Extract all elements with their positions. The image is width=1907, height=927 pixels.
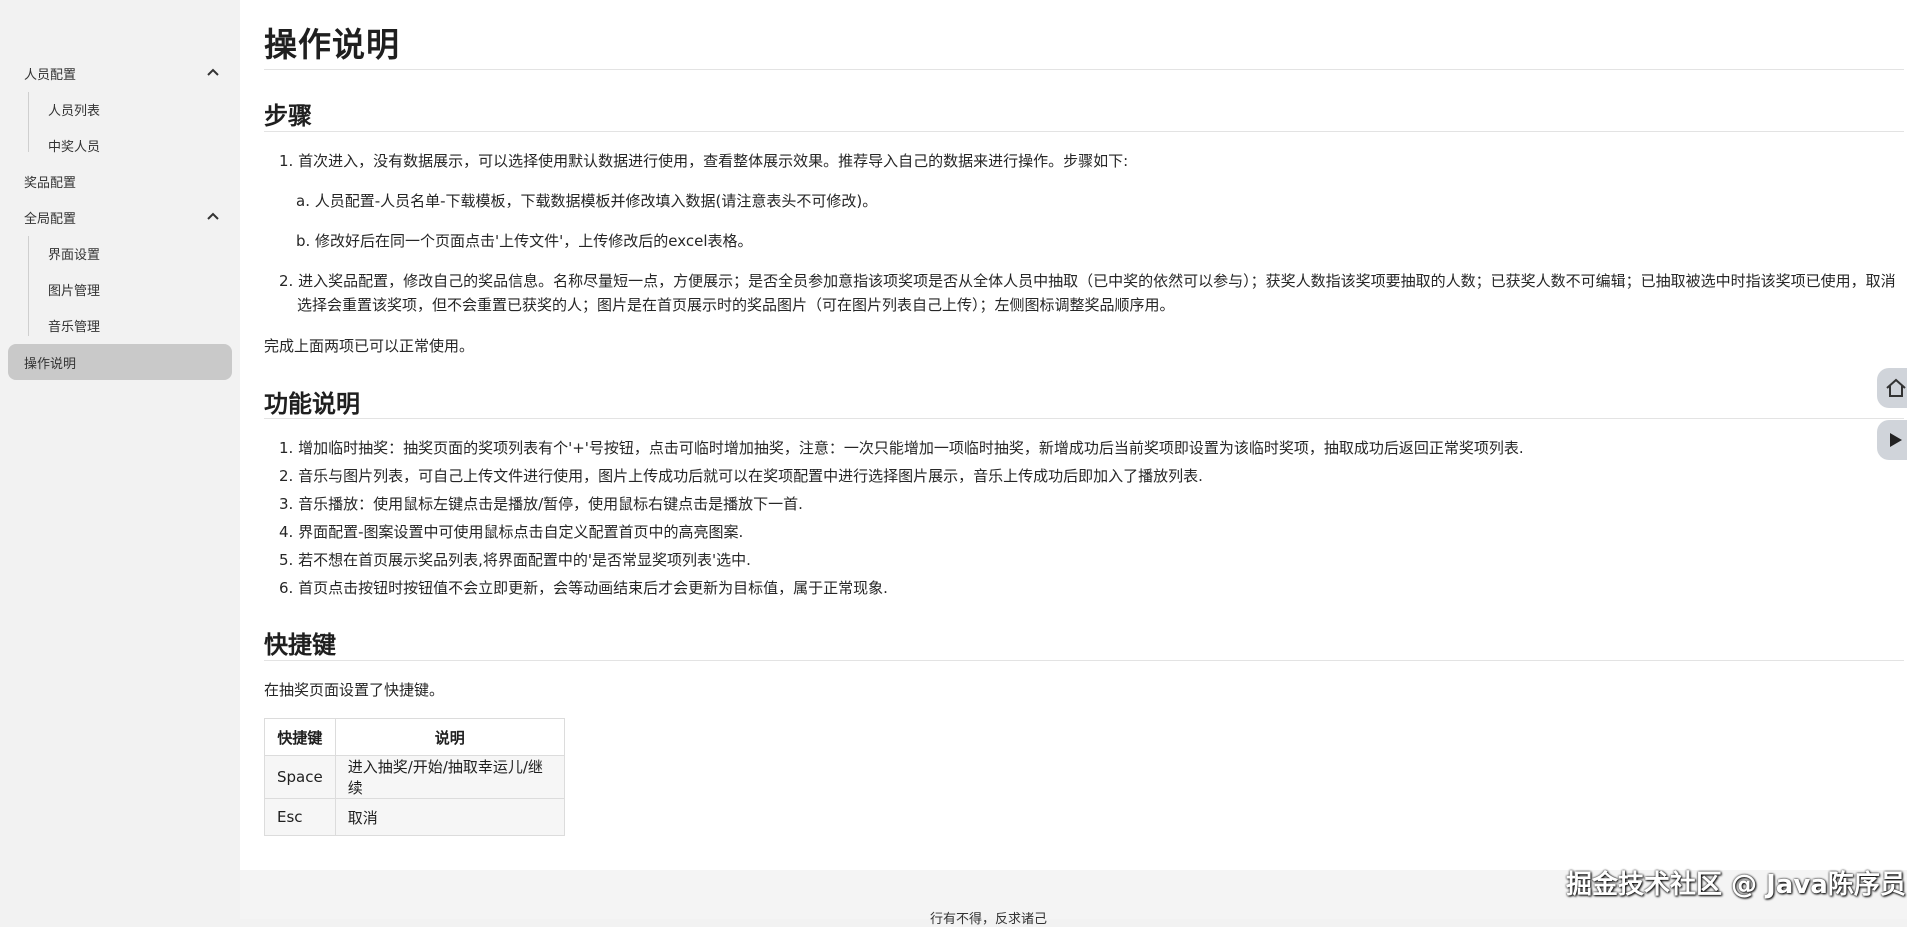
sidebar-item-label: 操作说明 [24, 356, 77, 372]
table-header: 快捷键 [264, 718, 336, 756]
section-heading-features: 功能说明 [264, 390, 360, 418]
list-subitem: b. 修改好后在同一个页面点击'上传文件'，上传修改后的excel表格。 [296, 232, 753, 250]
sidebar-group-personnel[interactable]: 人员配置 [8, 55, 232, 91]
list-item: 5. 若不想在首页展示奖品列表,将界面配置中的'是否常显奖项列表'选中. [279, 551, 751, 569]
table-row: Space 进入抽奖/开始/抽取幸运儿/继续 [264, 755, 565, 799]
table-cell: Space [264, 755, 336, 799]
sidebar-group-global[interactable]: 全局配置 [8, 199, 232, 235]
sidebar-item-personnel-list[interactable]: 人员列表 [8, 91, 232, 127]
list-item: 3. 音乐播放：使用鼠标左键点击是播放/暂停，使用鼠标右键点击是播放下一首. [279, 495, 803, 513]
chevron-up-icon [207, 212, 219, 220]
footer-text: 行有不得，反求诸己 [930, 912, 1048, 927]
watermark: 掘金技术社区 @ Java陈序员 [1566, 870, 1906, 900]
sidebar-item-prize-config[interactable]: 奖品配置 [8, 163, 232, 199]
sidebar-item-label: 奖品配置 [24, 175, 77, 191]
sidebar: 人员配置 人员列表 中奖人员 奖品配置 全局配置 界面设置 图片管理 音乐管理 … [0, 0, 240, 919]
table-row: Esc 取消 [264, 798, 565, 836]
sidebar-item-interface-settings[interactable]: 界面设置 [8, 235, 232, 271]
play-button[interactable] [1877, 420, 1907, 460]
home-button[interactable] [1877, 368, 1907, 408]
list-subitem: a. 人员配置-人员名单-下载模板，下载数据模板并修改填入数据(请注意表头不可修… [296, 192, 878, 210]
list-item: 1. 首次进入，没有数据展示，可以选择使用默认数据进行使用，查看整体展示效果。推… [279, 152, 1129, 170]
sidebar-item-instructions[interactable]: 操作说明 [8, 344, 232, 380]
list-item: 6. 首页点击按钮时按钮值不会立即更新，会等动画结束后才会更新为目标值，属于正常… [279, 579, 888, 597]
divider [264, 69, 1904, 70]
divider [264, 418, 1904, 419]
list-item: 2. 进入奖品配置，修改自己的奖品信息。名称尽量短一点，方便展示；是否全员参加意… [279, 272, 1896, 314]
sidebar-item-image-management[interactable]: 图片管理 [8, 271, 232, 307]
list-item: 4. 界面配置-图案设置中可使用鼠标点击自定义配置首页中的高亮图案. [279, 523, 744, 541]
sidebar-item-label: 中奖人员 [48, 139, 101, 155]
sidebar-item-label: 界面设置 [48, 247, 101, 263]
section-heading-steps: 步骤 [264, 102, 312, 130]
sidebar-item-winners[interactable]: 中奖人员 [8, 127, 232, 163]
table-header-row: 快捷键 说明 [264, 718, 565, 756]
list-item: 1. 增加临时抽奖：抽奖页面的奖项列表有个'+'号按钮，点击可临时增加抽奖，注意… [279, 439, 1524, 457]
paragraph: 在抽奖页面设置了快捷键。 [264, 681, 445, 699]
sidebar-item-label: 图片管理 [48, 283, 101, 299]
main-content: 操作说明 步骤 1. 首次进入，没有数据展示，可以选择使用默认数据进行使用，查看… [240, 0, 1907, 870]
table-cell: 进入抽奖/开始/抽取幸运儿/继续 [334, 755, 565, 799]
paragraph: 完成上面两项已可以正常使用。 [264, 337, 475, 355]
table-cell: Esc [264, 798, 336, 836]
sidebar-item-music-management[interactable]: 音乐管理 [8, 307, 232, 343]
table-cell: 取消 [334, 798, 565, 836]
divider [264, 660, 1904, 661]
divider [264, 131, 1904, 132]
home-icon [1886, 378, 1906, 397]
sidebar-item-label: 人员列表 [48, 103, 101, 119]
play-icon [1890, 433, 1902, 447]
sidebar-item-label: 音乐管理 [48, 319, 101, 335]
chevron-up-icon [207, 68, 219, 76]
section-heading-shortcuts: 快捷键 [264, 631, 336, 659]
table-header: 说明 [334, 718, 565, 756]
sidebar-group-label: 人员配置 [24, 67, 77, 83]
list-item: 2. 音乐与图片列表，可自己上传文件进行使用，图片上传成功后就可以在奖项配置中进… [279, 467, 1203, 485]
shortcut-table: 快捷键 说明 Space 进入抽奖/开始/抽取幸运儿/继续 Esc 取消 [264, 718, 565, 836]
sidebar-group-label: 全局配置 [24, 211, 77, 227]
page-title: 操作说明 [264, 25, 400, 64]
